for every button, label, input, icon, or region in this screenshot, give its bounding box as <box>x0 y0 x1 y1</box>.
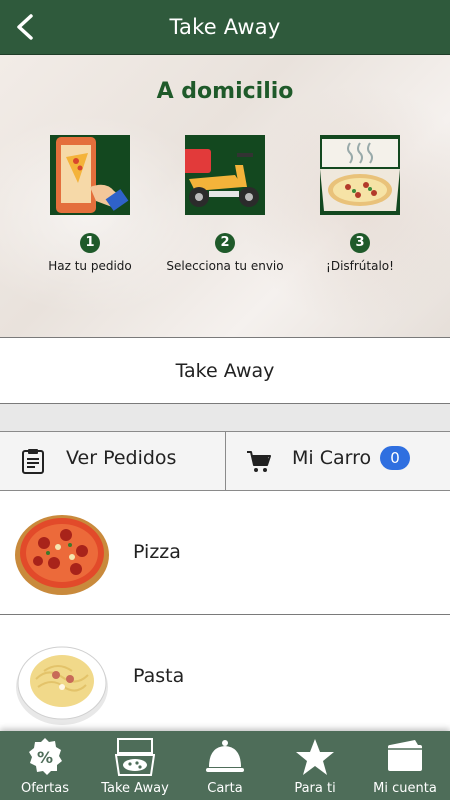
category-item-pasta[interactable]: Pasta <box>0 615 450 739</box>
step-number: 2 <box>215 233 235 253</box>
cart-count-badge: 0 <box>380 446 410 470</box>
delivery-mode-label: Take Away <box>175 359 275 382</box>
nav-item-ofertas[interactable]: % Ofertas <box>0 731 90 800</box>
nav-label: Carta <box>207 781 243 796</box>
view-orders-label: Ver Pedidos <box>66 447 177 469</box>
star-icon <box>296 739 334 775</box>
nav-label: Para ti <box>294 781 336 796</box>
percent-icon: % <box>29 738 62 775</box>
nav-label: Take Away <box>101 781 169 796</box>
cart-label: Mi Carro <box>292 447 372 469</box>
bottom-nav: % Ofertas Take Away Carta Para ti Mi cue… <box>0 731 450 800</box>
cloche-icon <box>206 740 244 772</box>
back-button[interactable] <box>8 10 42 44</box>
nav-label: Ofertas <box>21 781 69 796</box>
nav-item-para-ti[interactable]: Para ti <box>270 731 360 800</box>
page-title: Take Away <box>169 15 281 39</box>
nav-item-mi-cuenta[interactable]: Mi cuenta <box>360 731 450 800</box>
view-orders-button[interactable]: Ver Pedidos <box>0 432 225 490</box>
category-label: Pizza <box>133 541 181 563</box>
phone-order-icon <box>50 135 130 215</box>
actions-row: Ver Pedidos Mi Carro 0 <box>0 431 450 491</box>
delivery-mode-selector[interactable]: Take Away <box>0 337 450 404</box>
svg-text:%: % <box>37 748 53 767</box>
step-number: 3 <box>350 233 370 253</box>
step-number: 1 <box>80 233 100 253</box>
step-label: Selecciona tu envio <box>166 259 284 273</box>
pizza-box-icon <box>320 135 400 215</box>
delivery-hero: A domicilio 1 Haz tu pedido 2 Selecciona… <box>0 55 450 337</box>
step-label: Haz tu pedido <box>48 259 132 273</box>
category-item-pizza[interactable]: Pizza <box>0 491 450 615</box>
nav-label: Mi cuenta <box>373 781 437 796</box>
delivery-scooter-icon <box>185 135 265 215</box>
chevron-left-icon <box>17 14 33 40</box>
cart-button[interactable]: Mi Carro 0 <box>225 432 450 490</box>
clipboard-icon <box>22 449 44 474</box>
app-header: Take Away <box>0 0 450 55</box>
pasta-image <box>16 646 108 725</box>
step-label: ¡Disfrútalo! <box>326 259 394 273</box>
nav-item-carta[interactable]: Carta <box>180 731 270 800</box>
category-label: Pasta <box>133 665 185 687</box>
pizza-box-icon <box>115 738 155 776</box>
nav-item-take-away[interactable]: Take Away <box>90 731 180 800</box>
hero-title: A domicilio <box>156 79 294 104</box>
cart-icon <box>247 451 271 472</box>
wallet-icon <box>388 740 422 771</box>
section-divider <box>0 404 450 431</box>
pizza-image <box>15 515 109 595</box>
